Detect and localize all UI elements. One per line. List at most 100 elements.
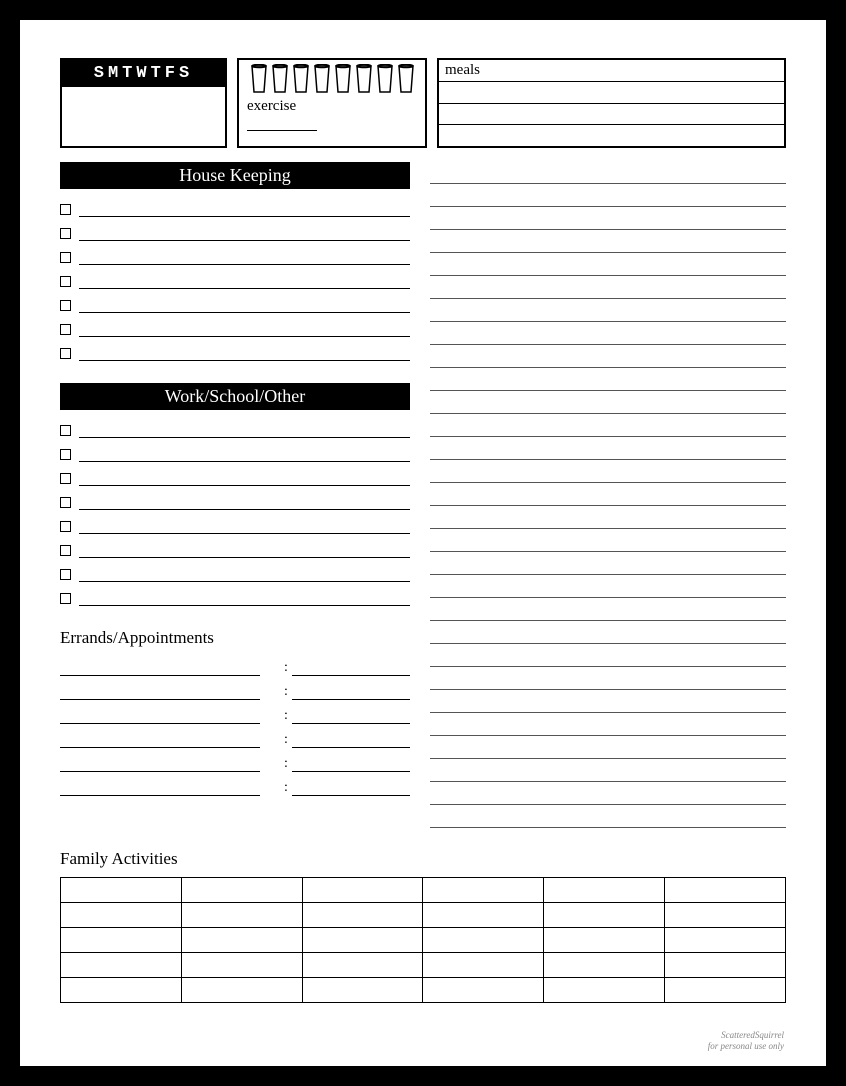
notes-line[interactable] (430, 808, 786, 828)
checklist-input-line[interactable] (79, 592, 410, 606)
checklist-input-line[interactable] (79, 448, 410, 462)
checklist-input-line[interactable] (79, 472, 410, 486)
checklist-input-line[interactable] (79, 227, 410, 241)
table-cell[interactable] (665, 928, 786, 953)
notes-line[interactable] (430, 371, 786, 391)
notes-line[interactable] (430, 578, 786, 598)
table-cell[interactable] (61, 878, 182, 903)
water-cup-icon[interactable] (355, 64, 373, 94)
errand-input-line[interactable] (60, 704, 260, 724)
table-cell[interactable] (61, 903, 182, 928)
table-cell[interactable] (544, 978, 665, 1003)
notes-line[interactable] (430, 624, 786, 644)
table-cell[interactable] (61, 928, 182, 953)
table-cell[interactable] (181, 878, 302, 903)
notes-line[interactable] (430, 164, 786, 184)
checklist-input-line[interactable] (79, 347, 410, 361)
table-cell[interactable] (544, 928, 665, 953)
time-input-line[interactable] (292, 704, 410, 724)
time-input-line[interactable] (292, 728, 410, 748)
checkbox[interactable] (60, 593, 71, 604)
water-cup-icon[interactable] (376, 64, 394, 94)
checklist-input-line[interactable] (79, 251, 410, 265)
checkbox[interactable] (60, 300, 71, 311)
checkbox[interactable] (60, 569, 71, 580)
checkbox[interactable] (60, 425, 71, 436)
checkbox[interactable] (60, 473, 71, 484)
notes-line[interactable] (430, 601, 786, 621)
water-cup-icon[interactable] (397, 64, 415, 94)
table-cell[interactable] (181, 928, 302, 953)
checklist-input-line[interactable] (79, 299, 410, 313)
table-cell[interactable] (665, 903, 786, 928)
notes-line[interactable] (430, 532, 786, 552)
checkbox[interactable] (60, 276, 71, 287)
checklist-input-line[interactable] (79, 568, 410, 582)
table-cell[interactable] (61, 953, 182, 978)
table-cell[interactable] (181, 953, 302, 978)
notes-line[interactable] (430, 187, 786, 207)
checklist-input-line[interactable] (79, 275, 410, 289)
errand-input-line[interactable] (60, 728, 260, 748)
exercise-input-line[interactable] (247, 121, 317, 131)
notes-line[interactable] (430, 233, 786, 253)
checkbox[interactable] (60, 204, 71, 215)
table-cell[interactable] (665, 878, 786, 903)
notes-line[interactable] (430, 762, 786, 782)
checkbox[interactable] (60, 545, 71, 556)
errand-input-line[interactable] (60, 776, 260, 796)
checklist-input-line[interactable] (79, 203, 410, 217)
time-input-line[interactable] (292, 752, 410, 772)
table-cell[interactable] (544, 903, 665, 928)
table-cell[interactable] (302, 978, 423, 1003)
errand-input-line[interactable] (60, 752, 260, 772)
notes-line[interactable] (430, 555, 786, 575)
table-cell[interactable] (423, 928, 544, 953)
checklist-input-line[interactable] (79, 544, 410, 558)
notes-line[interactable] (430, 302, 786, 322)
notes-line[interactable] (430, 647, 786, 667)
water-cup-icon[interactable] (271, 64, 289, 94)
notes-line[interactable] (430, 325, 786, 345)
table-cell[interactable] (665, 978, 786, 1003)
table-cell[interactable] (302, 928, 423, 953)
table-cell[interactable] (423, 878, 544, 903)
notes-line[interactable] (430, 279, 786, 299)
water-cup-icon[interactable] (313, 64, 331, 94)
notes-line[interactable] (430, 670, 786, 690)
checkbox[interactable] (60, 449, 71, 460)
time-input-line[interactable] (292, 776, 410, 796)
water-cup-icon[interactable] (250, 64, 268, 94)
notes-line[interactable] (430, 693, 786, 713)
table-cell[interactable] (302, 953, 423, 978)
checkbox[interactable] (60, 348, 71, 359)
table-cell[interactable] (61, 978, 182, 1003)
errand-input-line[interactable] (60, 656, 260, 676)
table-cell[interactable] (544, 953, 665, 978)
notes-line[interactable] (430, 348, 786, 368)
table-cell[interactable] (181, 978, 302, 1003)
table-cell[interactable] (181, 903, 302, 928)
water-cup-icon[interactable] (292, 64, 310, 94)
water-cup-icon[interactable] (334, 64, 352, 94)
notes-line[interactable] (430, 486, 786, 506)
meals-input-line[interactable] (439, 82, 784, 104)
day-selector-box[interactable]: SMTWTFS (60, 58, 227, 148)
checklist-input-line[interactable] (79, 520, 410, 534)
meals-input-line[interactable] (439, 125, 784, 146)
notes-line[interactable] (430, 417, 786, 437)
errand-input-line[interactable] (60, 680, 260, 700)
notes-line[interactable] (430, 256, 786, 276)
table-cell[interactable] (302, 878, 423, 903)
notes-line[interactable] (430, 440, 786, 460)
table-cell[interactable] (302, 903, 423, 928)
checklist-input-line[interactable] (79, 424, 410, 438)
notes-line[interactable] (430, 716, 786, 736)
checkbox[interactable] (60, 252, 71, 263)
time-input-line[interactable] (292, 680, 410, 700)
table-cell[interactable] (665, 953, 786, 978)
notes-line[interactable] (430, 210, 786, 230)
checklist-input-line[interactable] (79, 496, 410, 510)
checkbox[interactable] (60, 497, 71, 508)
checkbox[interactable] (60, 324, 71, 335)
